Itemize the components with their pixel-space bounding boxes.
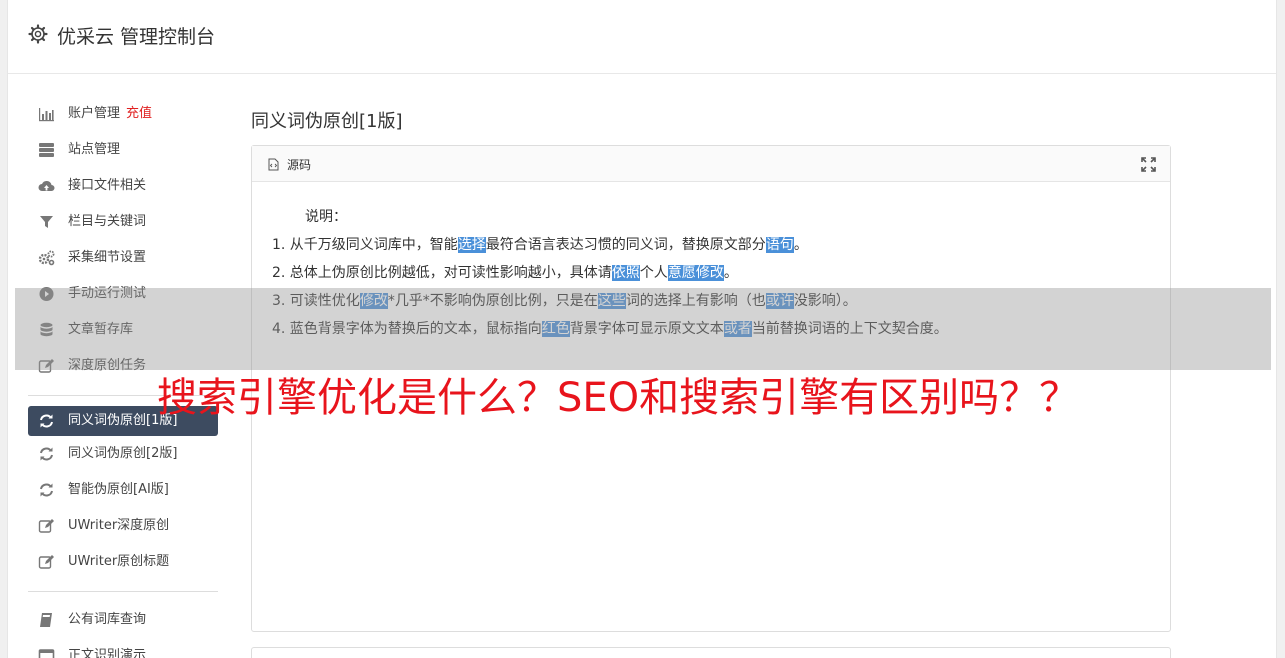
sidebar-item-label: 公有词库查询 bbox=[68, 612, 147, 627]
sidebar-item-collect-settings[interactable]: 采集细节设置 bbox=[28, 240, 218, 276]
filter-icon bbox=[40, 216, 53, 228]
replaced-word[interactable]: 语句 bbox=[765, 237, 794, 253]
line-text: 。 bbox=[723, 265, 738, 281]
sidebar-item-label: 正文识别演示 bbox=[68, 648, 147, 658]
sidebar-item-account[interactable]: 账户管理 充值 bbox=[28, 96, 218, 132]
sidebar-item-label: 账户管理 bbox=[68, 106, 121, 121]
sidebar-item-label: 站点管理 bbox=[68, 142, 121, 157]
gear-icon bbox=[28, 24, 48, 44]
bar-chart-icon bbox=[39, 108, 54, 122]
sidebar-item-public-lexicon[interactable]: 公有词库查询 bbox=[28, 602, 218, 638]
secondary-panel bbox=[251, 647, 1171, 658]
sidebar-item-interface-files[interactable]: 接口文件相关 bbox=[28, 168, 218, 204]
replaced-word[interactable]: 依照 bbox=[611, 265, 640, 281]
server-icon bbox=[39, 143, 54, 157]
panel-header: 源码 bbox=[252, 146, 1170, 182]
sidebar-item-columns-keywords[interactable]: 栏目与关键词 bbox=[28, 204, 218, 240]
line-text: 个人 bbox=[639, 265, 668, 281]
sidebar-item-sites[interactable]: 站点管理 bbox=[28, 132, 218, 168]
line-text: 1. 从千万级同义词库中，智能 bbox=[272, 237, 458, 253]
replaced-word[interactable]: 意愿 bbox=[667, 265, 696, 281]
line-text: 。 bbox=[793, 237, 808, 253]
sidebar-divider bbox=[28, 591, 218, 592]
page-title: 同义词伪原创[1版] bbox=[251, 111, 403, 132]
sidebar-item-smart-ai[interactable]: 智能伪原创[AI版] bbox=[28, 472, 218, 508]
description-line: 1. 从千万级同义词库中，智能选择最符合语言表达习惯的同义词，替换原文部分语句。 bbox=[272, 231, 948, 259]
edit-icon bbox=[38, 555, 54, 569]
code-file-icon bbox=[268, 158, 279, 171]
refresh-icon bbox=[40, 483, 53, 497]
top-bar: 优采云 管理控制台 bbox=[8, 0, 1276, 74]
sidebar-item-label: 智能伪原创[AI版] bbox=[68, 482, 169, 497]
window-icon bbox=[38, 649, 55, 658]
sidebar-item-label: UWriter原创标题 bbox=[68, 554, 170, 569]
refresh-icon bbox=[40, 447, 53, 461]
sidebar-item-label: 接口文件相关 bbox=[68, 178, 147, 193]
sidebar-item-uwriter-deep[interactable]: UWriter深度原创 bbox=[28, 508, 218, 544]
replaced-word[interactable]: 选择 bbox=[457, 237, 486, 253]
description-line: 2. 总体上伪原创比例越低，对可读性影响越小，具体请依照个人意愿修改。 bbox=[272, 259, 948, 287]
refresh-icon bbox=[40, 414, 53, 428]
recharge-link[interactable]: 充值 bbox=[126, 106, 152, 121]
line-text: 最符合语言表达习惯的同义词，替换原文部分 bbox=[485, 237, 766, 253]
cloud-upload-icon bbox=[38, 180, 55, 191]
sidebar-item-synonym-v2[interactable]: 同义词伪原创[2版] bbox=[28, 436, 218, 472]
panel-label: 源码 bbox=[287, 158, 312, 172]
overlay-band bbox=[15, 288, 1271, 370]
edit-icon bbox=[38, 519, 54, 533]
line-text: 2. 总体上伪原创比例越低，对可读性影响越小，具体请 bbox=[272, 265, 612, 281]
sidebar-item-label: UWriter深度原创 bbox=[68, 518, 170, 533]
gears-icon bbox=[38, 250, 55, 266]
sidebar-item-body-recognition[interactable]: 正文识别演示 bbox=[28, 638, 218, 658]
description-intro: 说明： bbox=[305, 209, 347, 225]
replaced-word[interactable]: 修改 bbox=[695, 265, 724, 281]
sidebar-item-uwriter-title[interactable]: UWriter原创标题 bbox=[28, 544, 218, 580]
sidebar-item-label: 栏目与关键词 bbox=[68, 214, 147, 229]
sidebar-item-label: 采集细节设置 bbox=[68, 250, 147, 265]
book-icon bbox=[40, 613, 52, 627]
sidebar-item-label: 同义词伪原创[2版] bbox=[68, 446, 178, 461]
app-title: 优采云 管理控制台 bbox=[57, 26, 216, 48]
overlay-headline: 搜索引擎优化是什么？SEO和搜索引擎有区别吗？？ bbox=[157, 375, 1080, 421]
expand-icon[interactable] bbox=[1141, 157, 1156, 172]
